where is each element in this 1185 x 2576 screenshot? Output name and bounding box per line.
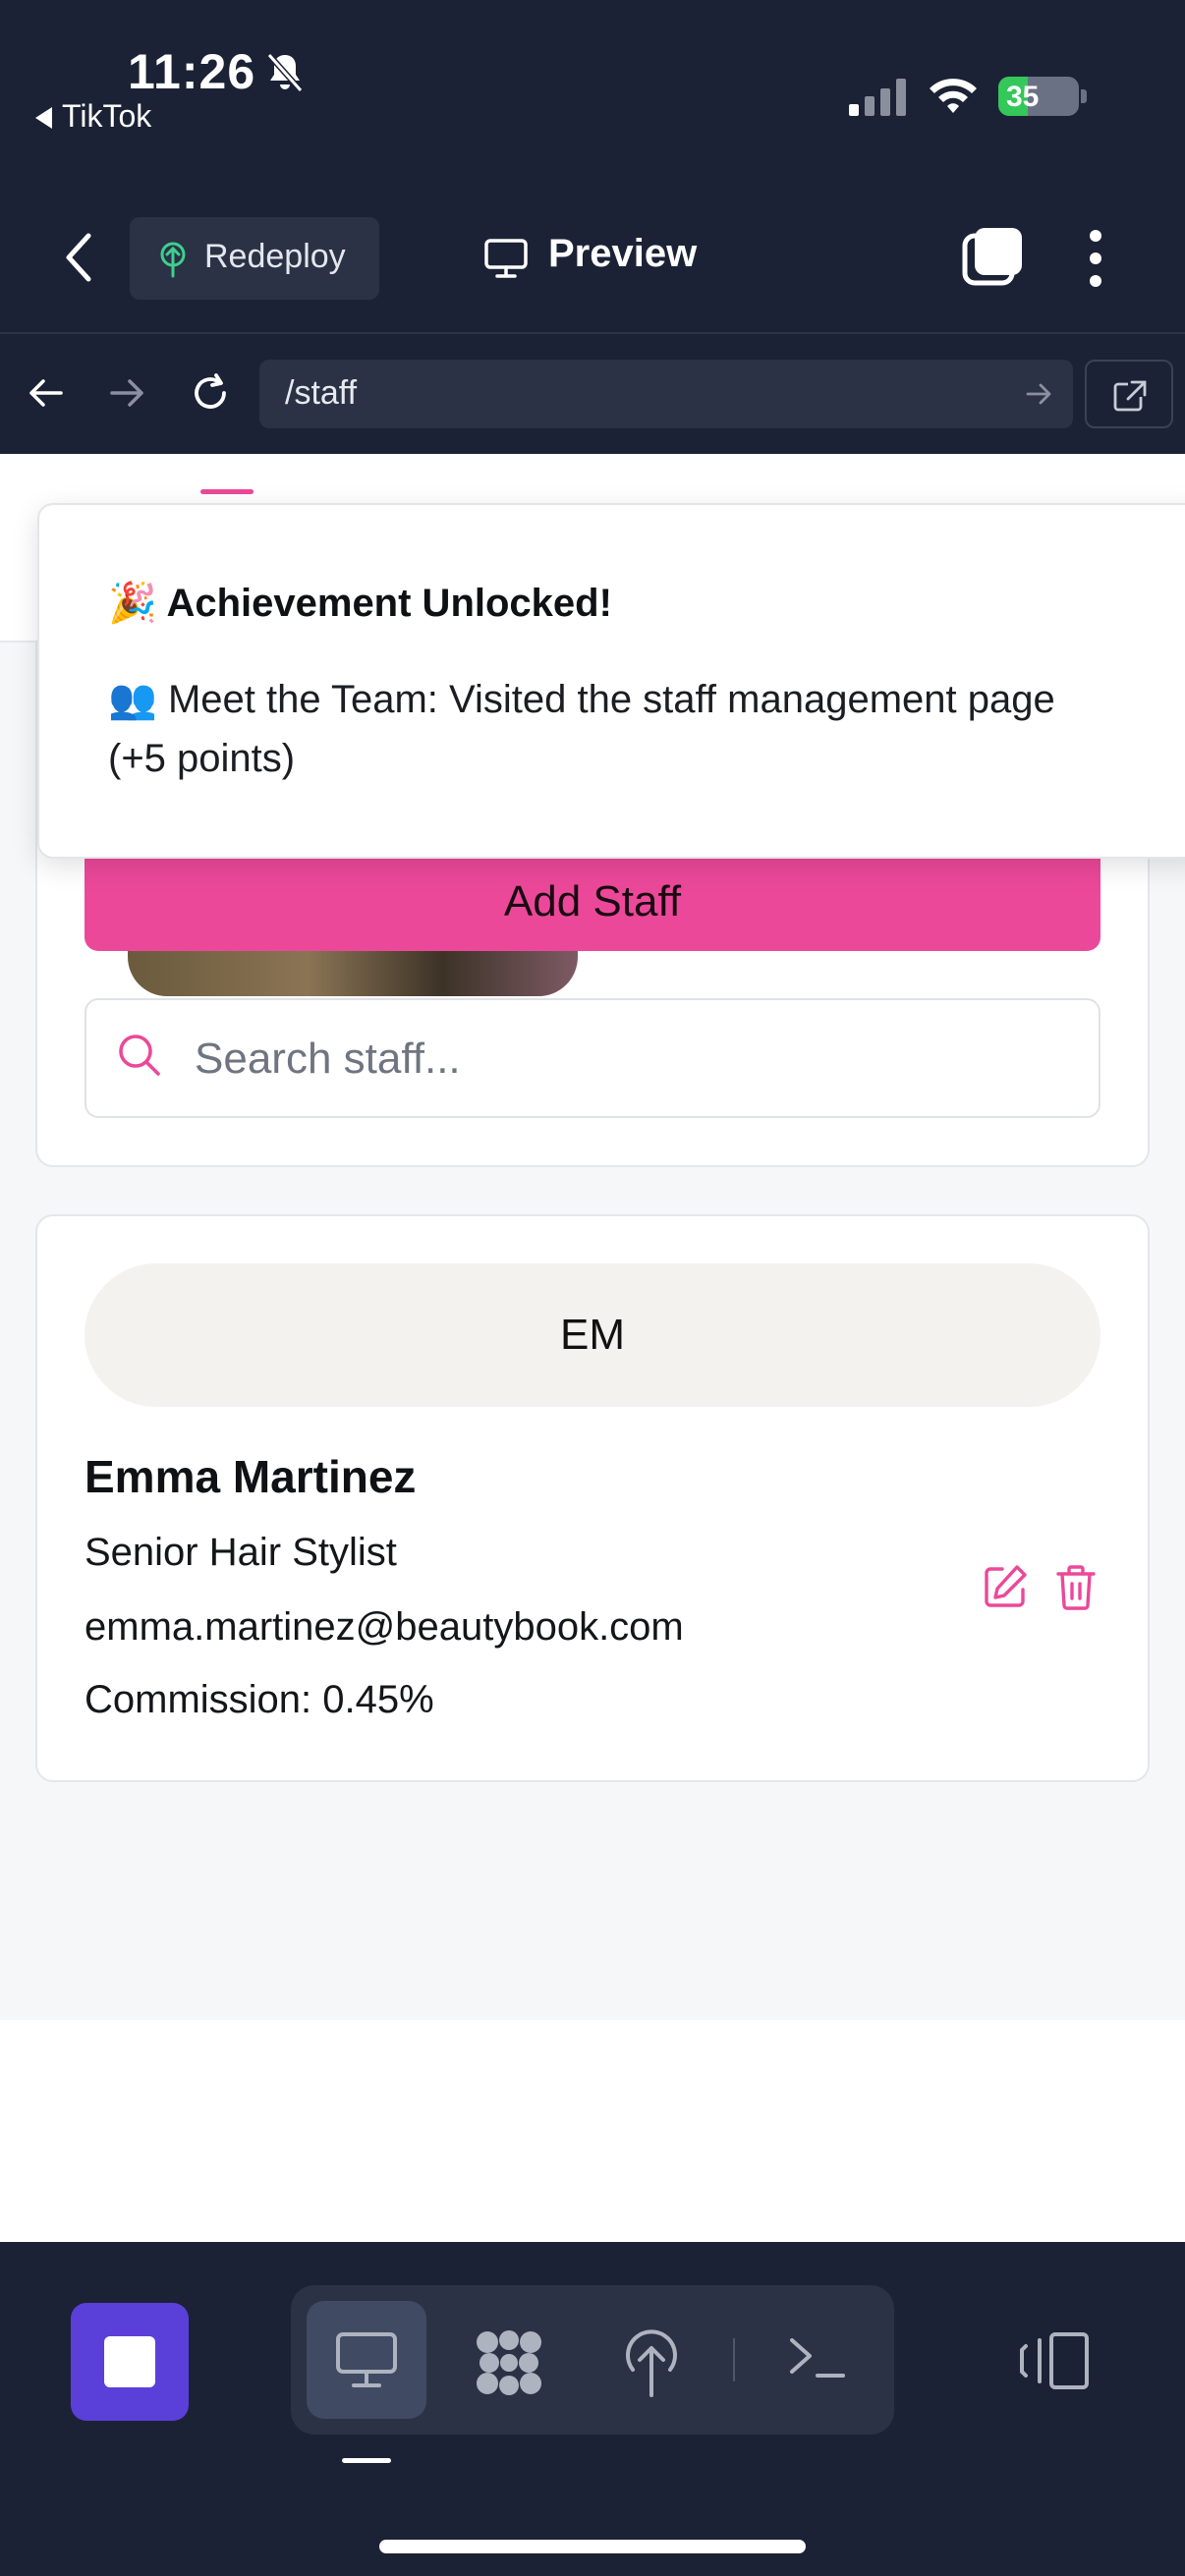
staff-commission: Commission: 0.45%: [85, 1678, 434, 1721]
arrow-left-icon[interactable]: [26, 373, 65, 413]
wifi-icon: [930, 79, 977, 113]
url-field[interactable]: /staff: [259, 360, 1073, 428]
bell-slash-icon: [266, 53, 304, 92]
staff-name: Emma Martinez: [85, 1451, 417, 1502]
staff-role: Senior Hair Stylist: [85, 1531, 397, 1574]
tabs-icon[interactable]: [961, 226, 1024, 287]
go-arrow-icon[interactable]: [1026, 381, 1053, 407]
open-external-button[interactable]: [1085, 360, 1173, 428]
desktop-icon: [336, 2332, 397, 2387]
reload-icon[interactable]: [189, 371, 232, 415]
deploy-tree-icon: [160, 242, 186, 278]
toast-message: 👥 Meet the Team: Visited the staff manag…: [108, 670, 1091, 788]
back-to-app-link[interactable]: TikTok: [35, 98, 151, 135]
status-time: 11:26: [128, 44, 256, 99]
edit-icon[interactable]: [983, 1564, 1028, 1609]
stop-icon: [104, 2336, 155, 2387]
cellular-signal-icon: [849, 79, 906, 116]
toast-title: 🎉 Achievement Unlocked!: [108, 580, 612, 626]
panel-toggle-icon[interactable]: [1018, 2330, 1091, 2391]
back-app-label: TikTok: [62, 98, 152, 134]
view-switcher-divider: [733, 2338, 735, 2381]
redeploy-label: Redeploy: [204, 238, 346, 275]
deploy-icon[interactable]: [621, 2326, 682, 2397]
trash-icon[interactable]: [1055, 1564, 1097, 1611]
terminal-icon[interactable]: [786, 2332, 847, 2383]
battery-nub: [1081, 89, 1087, 103]
add-staff-button[interactable]: Add Staff: [85, 853, 1100, 951]
arrow-right-icon[interactable]: [108, 373, 147, 413]
toast-message-text: Meet the Team: Visited the staff managem…: [108, 678, 1055, 780]
active-nav-indicator: [200, 489, 254, 494]
back-triangle-icon: [35, 107, 52, 129]
more-vertical-icon[interactable]: [1083, 228, 1108, 289]
redeploy-button[interactable]: Redeploy: [130, 217, 379, 300]
search-staff-input[interactable]: [195, 1030, 1059, 1089]
external-link-icon: [1113, 380, 1147, 412]
staff-email: emma.martinez@beautybook.com: [85, 1605, 684, 1649]
monitor-icon: [484, 239, 528, 278]
chevron-left-icon[interactable]: [61, 232, 96, 283]
apps-grid-icon[interactable]: [472, 2328, 546, 2397]
preview-tab[interactable]: Preview: [548, 232, 697, 276]
search-staff-field[interactable]: [85, 998, 1100, 1118]
toast-title-text: Achievement Unlocked!: [166, 582, 612, 625]
staff-avatar: EM: [85, 1263, 1100, 1407]
stop-button[interactable]: [71, 2303, 189, 2421]
active-view-underline: [342, 2458, 391, 2463]
page-footer-area: [0, 2020, 1185, 2242]
team-icon: 👥: [108, 678, 157, 721]
battery-indicator: 35: [998, 77, 1079, 116]
search-icon: [119, 1035, 160, 1076]
battery-level: 35: [1006, 81, 1040, 113]
home-indicator[interactable]: [379, 2540, 806, 2553]
url-path: /staff: [285, 374, 358, 412]
party-popper-icon: 🎉: [108, 582, 157, 625]
